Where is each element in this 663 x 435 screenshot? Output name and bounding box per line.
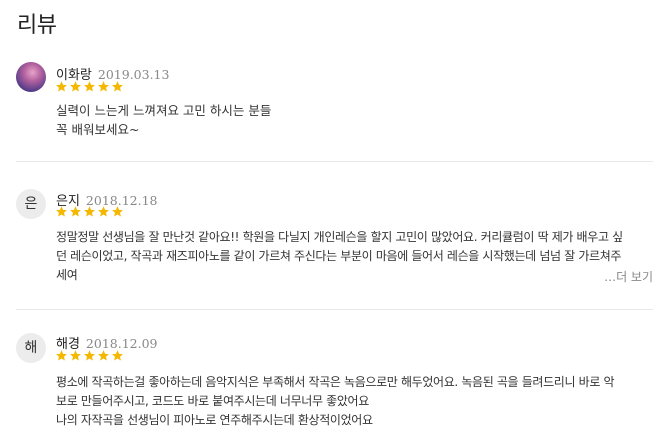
star-icon	[112, 81, 123, 92]
star-icon	[70, 350, 81, 361]
section-title: 리뷰	[17, 13, 57, 38]
review-text-line: 나의 자작곡을 선생님이 피아노로 연주해주시는데 환상적이었어요	[56, 413, 373, 427]
review-text-line: 던 레슨이었고, 작곡과 재즈피아노를 같이 가르쳐 주신다는 부분이 마음에 …	[56, 249, 622, 263]
star-icon	[112, 350, 123, 361]
star-icon	[70, 81, 81, 92]
star-icon	[84, 81, 95, 92]
avatar[interactable]: 해	[16, 333, 46, 363]
star-rating	[55, 349, 124, 362]
star-rating	[55, 80, 124, 93]
star-icon	[84, 350, 95, 361]
divider	[16, 161, 653, 162]
review-text-line: 세여	[56, 268, 78, 282]
star-icon	[56, 350, 67, 361]
star-icon	[70, 206, 81, 217]
read-more-link[interactable]: …더 보기	[604, 268, 653, 285]
star-icon	[98, 206, 109, 217]
review-text-line: 평소에 작곡하는걸 좋아하는데 음악지식은 부족해서 작곡은 녹음으로만 해두었…	[56, 375, 615, 389]
star-icon	[56, 206, 67, 217]
review-text: 정말정말 선생님을 잘 만난것 같아요!! 학원을 다닐지 개인레슨을 할지 고…	[56, 228, 656, 285]
star-icon	[112, 206, 123, 217]
review-text: 평소에 작곡하는걸 좋아하는데 음악지식은 부족해서 작곡은 녹음으로만 해두었…	[56, 373, 656, 430]
star-icon	[98, 350, 109, 361]
avatar[interactable]: 은	[16, 189, 46, 219]
review-text: 실력이 느는게 느껴져요 고민 하시는 분들 꼭 배워보세요~	[56, 101, 656, 139]
avatar[interactable]	[16, 62, 46, 92]
star-icon	[56, 81, 67, 92]
divider	[16, 309, 653, 310]
review-text-line: 보로 만들어주시고, 코드도 바로 붙여주시는데 너무너무 좋았어요	[56, 394, 369, 408]
star-icon	[98, 81, 109, 92]
review-text-line: 꼭 배워보세요~	[56, 122, 140, 137]
star-icon	[84, 206, 95, 217]
review-text-line: 정말정말 선생님을 잘 만난것 같아요!! 학원을 다닐지 개인레슨을 할지 고…	[56, 230, 623, 244]
star-rating	[55, 205, 124, 218]
review-text-line: 실력이 느는게 느껴져요 고민 하시는 분들	[56, 103, 272, 118]
